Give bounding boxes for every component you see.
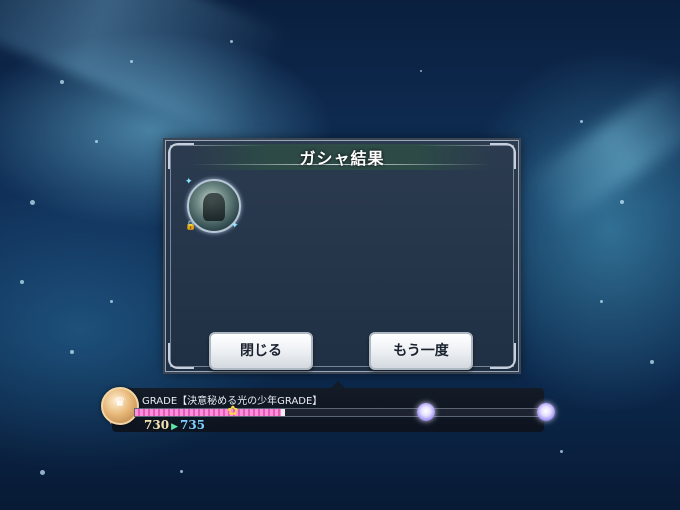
reward-orb-icon[interactable]: [417, 403, 435, 421]
light-ray: [0, 0, 290, 144]
grade-progress-bar: [134, 408, 548, 417]
gacha-result-item[interactable]: ✦ ✦ 🔒: [185, 177, 241, 233]
ornament-corner: [490, 343, 516, 369]
panel-pointer: [331, 381, 345, 388]
sparkle-icon: ✦: [185, 177, 193, 187]
grade-medal: ♛: [101, 387, 139, 425]
points-before: 730: [144, 418, 170, 432]
progress-gain: [281, 409, 285, 416]
sparkle-icon: ✦: [231, 221, 239, 231]
crown-icon: ♛: [114, 395, 126, 410]
arrow-right-icon: ▶: [171, 422, 178, 432]
reward-orb-icon[interactable]: [537, 403, 555, 421]
grade-points: 730 ▶ 735: [144, 418, 205, 432]
progress-fill: [135, 409, 281, 416]
points-after: 735: [179, 418, 206, 432]
ornament-corner: [168, 343, 194, 369]
close-button[interactable]: 閉じる: [209, 332, 313, 370]
flower-marker-icon: ✿: [227, 404, 239, 419]
pull-again-button[interactable]: もう一度: [369, 332, 473, 370]
character-silhouette: [203, 193, 225, 221]
dialog-title: ガシャ結果: [299, 149, 385, 168]
gacha-result-dialog: ガシャ結果 ✦ ✦ 🔒 閉じる もう一度: [165, 140, 519, 372]
light-ray: [520, 68, 680, 232]
lock-icon: 🔒: [185, 221, 197, 231]
